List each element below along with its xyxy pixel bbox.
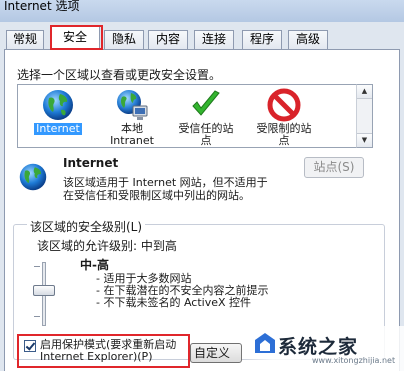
zone-label-restricted-sites: 受限制的站 点	[256, 122, 312, 147]
tab-security[interactable]: 安全	[50, 26, 100, 50]
security-level-name: 中-高	[80, 258, 109, 272]
tab-strip: 常规 安全 隐私 内容 连接 程序 高级	[0, 26, 404, 50]
selected-zone-description: 该区域适用于 Internet 网站，但不适用于 在受信任和受限制区域中列出的网…	[63, 176, 303, 202]
security-level-bullets: - 适用于大多数网站 - 在下载潜在的不安全内容之前提示 - 不下载未签名的 A…	[96, 273, 268, 309]
zone-label-local-intranet: 本地 Intranet	[110, 122, 154, 147]
description-line-1: 该区域适用于 Internet 网站，但不适用于	[63, 176, 268, 189]
zone-local-intranet[interactable]: 本地 Intranet	[96, 88, 168, 147]
red-prohibited-icon	[267, 88, 301, 122]
globe-icon	[41, 88, 75, 122]
zone-instruction: 选择一个区域以查看或更改安全设置。	[17, 68, 222, 82]
slider-tick	[34, 316, 40, 317]
tab-advanced[interactable]: 高级	[288, 30, 328, 49]
sites-button[interactable]: 站点(S)	[304, 157, 364, 178]
tab-programs[interactable]: 程序	[242, 30, 282, 49]
intranet-globe-icon	[115, 88, 149, 122]
allowed-levels-label: 该区域的允许级别: 中到高	[37, 239, 177, 253]
security-level-slider-thumb[interactable]	[33, 285, 55, 296]
level-bullet-3: - 不下载未签名的 ActiveX 控件	[96, 296, 252, 309]
slider-tick	[34, 266, 40, 267]
tab-privacy[interactable]: 隐私	[104, 30, 144, 49]
title-bar: Internet 选项	[0, 0, 404, 22]
zone-internet[interactable]: Internet	[22, 88, 94, 135]
security-level-legend: 该区域的安全级别(L)	[27, 218, 146, 235]
selected-zone-name: Internet	[63, 156, 119, 170]
zone-list-scrollbar[interactable]: ▲ ▼	[356, 84, 373, 148]
zone-label-internet: Internet	[34, 122, 82, 135]
tab-general[interactable]: 常规	[6, 30, 44, 49]
scroll-up-arrow-icon[interactable]: ▲	[357, 85, 372, 99]
protected-mode-label[interactable]: 启用保护模式(要求重新启动 Internet Explorer)(P)	[40, 339, 176, 363]
protected-mode-checkbox[interactable]	[24, 340, 36, 352]
watermark-logo-icon	[254, 332, 276, 357]
green-check-icon	[189, 88, 223, 122]
description-line-2: 在受信任和受限制区域中列出的网站。	[63, 189, 250, 202]
scroll-down-arrow-icon[interactable]: ▼	[357, 133, 372, 147]
watermark-text: 系统之家	[278, 336, 359, 358]
zone-trusted-sites[interactable]: 受信任的站 点	[170, 88, 242, 147]
zone-restricted-sites[interactable]: 受限制的站 点	[248, 88, 320, 147]
window-title: Internet 选项	[4, 0, 80, 13]
custom-level-button[interactable]: 自定义级别(C)...	[190, 343, 242, 363]
tab-connections[interactable]: 连接	[194, 30, 234, 49]
tab-content[interactable]: 内容	[148, 30, 188, 49]
selected-zone-globe-icon	[18, 162, 48, 195]
protected-mode-line-2: Internet Explorer)(P)	[40, 350, 153, 363]
watermark-url: www.xitongzhijia.net	[312, 356, 396, 365]
zone-label-trusted-sites: 受信任的站 点	[178, 122, 234, 147]
